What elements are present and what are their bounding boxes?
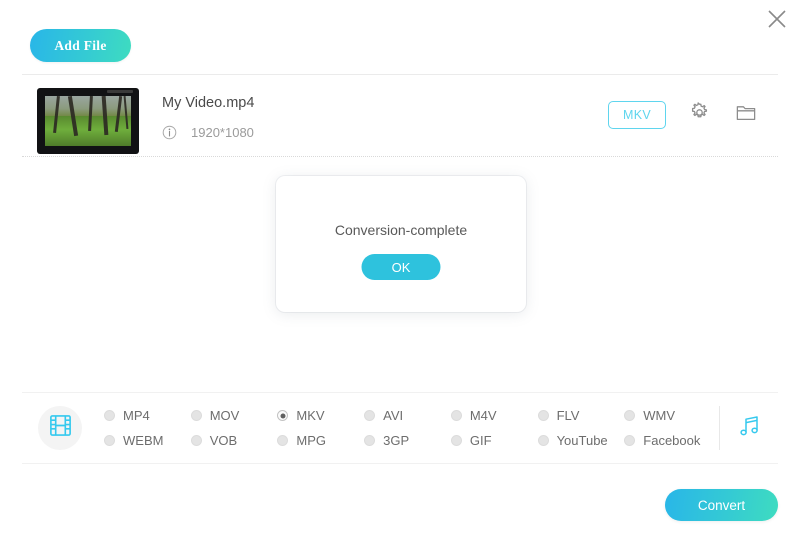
radio-icon [104,410,115,421]
format-label: VOB [209,433,238,448]
settings-button[interactable] [685,101,713,129]
format-label: MKV [296,408,325,423]
file-row-divider [22,156,778,157]
radio-icon [277,435,289,446]
format-label: AVI [383,408,404,423]
video-formats-toggle[interactable] [38,406,82,450]
add-file-area: Add File [30,29,131,62]
radio-icon [537,410,549,421]
info-icon[interactable] [162,125,177,140]
thumbnail-badge [107,90,133,93]
open-folder-button[interactable] [732,101,760,129]
format-option-webm[interactable]: WEBM [104,428,191,453]
format-label: MP4 [123,408,150,423]
file-metadata: My Video.mp4 1920*1080 [162,94,254,140]
format-option-flv[interactable]: FLV [537,403,625,428]
add-file-button[interactable]: Add File [30,29,131,62]
header-divider [22,74,778,75]
format-option-m4v[interactable]: M4V [450,403,538,428]
format-label: GIF [469,433,492,448]
format-option-facebook[interactable]: Facebook [624,428,711,453]
conversion-complete-dialog: Conversion-complete OK [276,176,526,312]
format-selection-bar: MP4 MOV MKV AVI M4V FLV WMV WEBM VOB MPG… [22,392,778,464]
file-details: 1920*1080 [162,125,254,140]
format-label: M4V [469,408,497,423]
dialog-ok-button[interactable]: OK [361,254,441,280]
radio-icon [277,410,289,421]
format-option-vob[interactable]: VOB [190,428,278,453]
close-window-button[interactable] [760,2,794,36]
radio-icon [190,410,202,421]
dialog-message: Conversion-complete [334,222,468,238]
format-option-wmv[interactable]: WMV [624,403,711,428]
format-label: MOV [209,408,240,423]
radio-icon [450,410,462,421]
radio-icon [624,410,636,421]
format-option-mkv[interactable]: MKV [277,403,364,428]
format-label: FLV [556,408,580,423]
audio-formats-toggle[interactable] [720,404,778,452]
format-label: WMV [643,408,676,423]
file-name: My Video.mp4 [162,95,255,111]
thumbnail-image [45,96,131,146]
film-strip-icon [48,413,73,443]
format-options-grid: MP4 MOV MKV AVI M4V FLV WMV WEBM VOB MPG… [104,403,711,453]
file-row-actions: MKV [608,101,760,129]
format-option-3gp[interactable]: 3GP [364,428,451,453]
format-label: 3GP [383,433,410,448]
radio-icon [104,435,115,446]
file-list-row: My Video.mp4 1920*1080 MKV [22,88,778,154]
radio-icon [190,435,202,446]
convert-button[interactable]: Convert [665,489,778,521]
format-option-mpg[interactable]: MPG [277,428,364,453]
radio-icon [364,435,376,446]
radio-icon [364,410,376,421]
format-option-mov[interactable]: MOV [190,403,278,428]
format-option-mp4[interactable]: MP4 [104,403,191,428]
output-format-chip[interactable]: MKV [608,101,666,129]
format-option-gif[interactable]: GIF [450,428,538,453]
close-icon [766,8,788,30]
file-resolution: 1920*1080 [191,125,254,140]
format-option-youtube[interactable]: YouTube [537,428,625,453]
format-label: YouTube [556,433,608,448]
radio-icon [624,435,636,446]
video-thumbnail[interactable] [37,88,139,154]
format-label: Facebook [643,433,701,448]
folder-icon [735,103,757,128]
format-option-avi[interactable]: AVI [364,403,451,428]
gear-icon [689,102,710,128]
format-label: MPG [296,433,327,448]
radio-icon [450,435,462,446]
music-note-icon [736,413,762,444]
radio-icon [537,435,549,446]
format-label: WEBM [123,433,164,448]
